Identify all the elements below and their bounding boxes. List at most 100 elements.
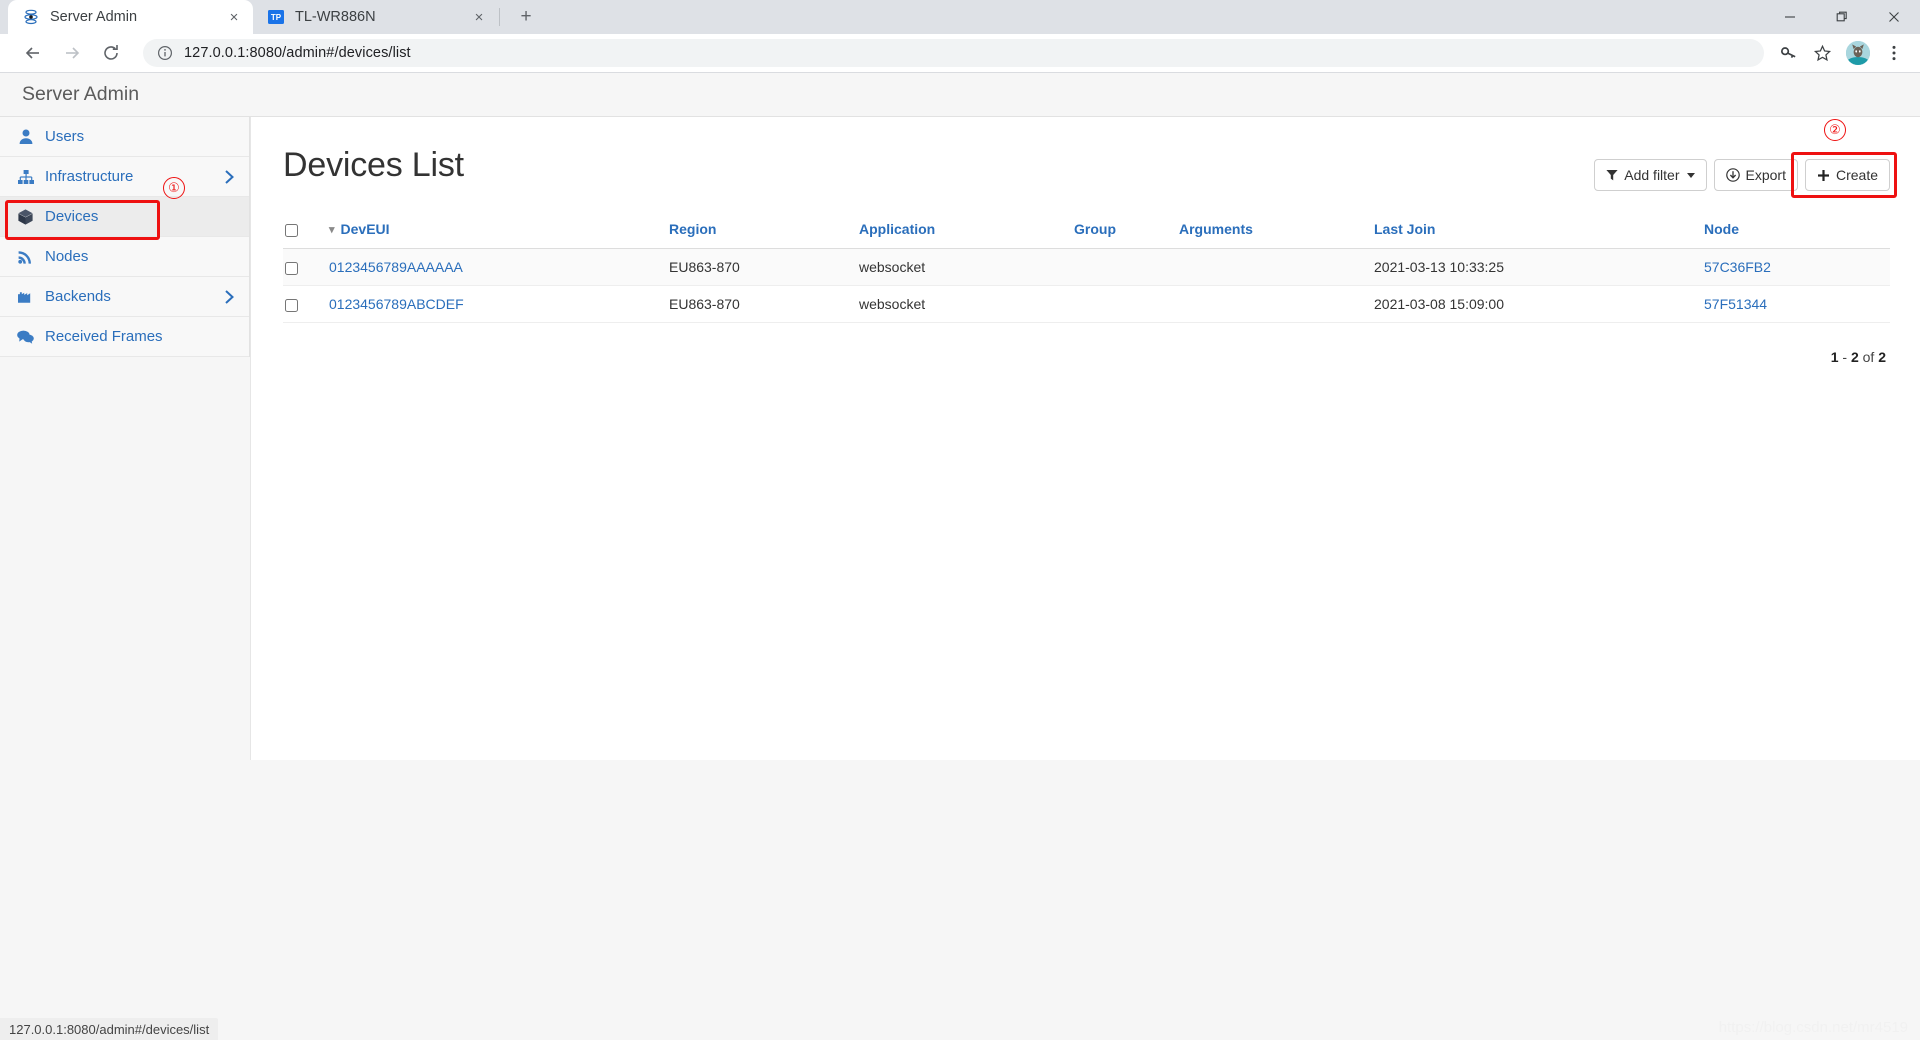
column-header-node[interactable]: Node <box>1698 221 1890 249</box>
card-header: Devices List Add filter Export Create ② <box>283 119 1897 198</box>
sidebar-item-users[interactable]: Users <box>0 117 249 157</box>
profile-avatar[interactable] <box>1846 41 1870 65</box>
forward-button[interactable] <box>55 36 89 70</box>
cell-arguments <box>1173 248 1368 286</box>
info-circle-icon[interactable] <box>157 45 173 61</box>
row-checkbox[interactable] <box>285 298 298 312</box>
export-button[interactable]: Export <box>1713 159 1798 191</box>
column-header-application[interactable]: Application <box>853 221 1068 249</box>
devices-card: Devices List Add filter Export Create ② … <box>250 117 1920 760</box>
browser-tab-tl-wr886n[interactable]: TP TL-WR886N × <box>253 0 498 34</box>
sidebar: Users Infrastructure Devices Nodes Backe… <box>0 117 250 357</box>
minimize-button[interactable] <box>1764 0 1816 34</box>
annotation-marker-1: ① <box>163 177 185 199</box>
add-filter-button[interactable]: Add filter <box>1594 159 1707 191</box>
more-menu-icon[interactable] <box>1878 37 1910 69</box>
close-icon[interactable]: × <box>470 8 488 26</box>
tab-title: TL-WR886N <box>295 9 376 25</box>
page-title: Devices List <box>283 146 464 184</box>
sidebar-item-label: Users <box>45 128 85 145</box>
table-row[interactable]: 0123456789AAAAAA EU863-870 websocket 202… <box>283 248 1890 286</box>
address-bar-url: 127.0.0.1:8080/admin#/devices/list <box>184 45 411 61</box>
chevron-right-icon[interactable] <box>224 169 235 185</box>
select-all-header <box>283 221 323 249</box>
pagination-total: 2 <box>1878 349 1886 365</box>
reload-button[interactable] <box>94 36 128 70</box>
device-link[interactable]: 0123456789ABCDEF <box>329 296 464 312</box>
row-checkbox[interactable] <box>285 261 298 275</box>
sidebar-item-nodes[interactable]: Nodes <box>0 237 249 277</box>
add-filter-label: Add filter <box>1624 167 1680 183</box>
close-icon[interactable]: × <box>225 8 243 26</box>
page-body: Users Infrastructure Devices Nodes Backe… <box>0 117 1920 1039</box>
svg-text:TP: TP <box>270 13 281 22</box>
table-header-row: ▾ DevEUI Region Application Group Argumen… <box>283 221 1890 249</box>
tab-strip: Server Admin × TP TL-WR886N × + <box>0 0 1920 34</box>
pagination-range-end: 2 <box>1850 349 1859 365</box>
key-icon[interactable] <box>1772 37 1804 69</box>
card-toolbar: Add filter Export Create ② <box>1587 119 1897 198</box>
table-row[interactable]: 0123456789ABCDEF EU863-870 websocket 202… <box>283 285 1890 323</box>
browser-tab-server-admin[interactable]: Server Admin × <box>8 0 253 34</box>
status-bar: 127.0.0.1:8080/admin#/devices/list <box>0 1018 219 1040</box>
pagination-range-start: 1 <box>1830 349 1839 365</box>
address-bar[interactable]: 127.0.0.1:8080/admin#/devices/list <box>143 39 1764 67</box>
devices-table-head: ▾ DevEUI Region Application Group Argumen… <box>283 221 1890 249</box>
cube-icon <box>16 208 35 225</box>
column-header-devEUI[interactable]: ▾ DevEUI <box>323 221 663 249</box>
devices-table: ▾ DevEUI Region Application Group Argumen… <box>283 221 1890 323</box>
select-all-checkbox[interactable] <box>285 223 298 237</box>
sidebar-item-infrastructure[interactable]: Infrastructure <box>0 157 249 197</box>
node-link[interactable]: 57F51344 <box>1704 296 1767 312</box>
cell-devEUI: 0123456789AAAAAA <box>323 248 663 286</box>
sidebar-item-backends[interactable]: Backends <box>0 277 249 317</box>
toolbar-actions <box>1770 37 1910 69</box>
device-link[interactable]: 0123456789AAAAAA <box>329 259 463 275</box>
sidebar-item-received-frames[interactable]: Received Frames <box>0 317 249 357</box>
sidebar-item-label: Devices <box>45 208 99 225</box>
cell-application: websocket <box>853 248 1068 286</box>
cell-group <box>1068 285 1173 323</box>
devices-table-body: 0123456789AAAAAA EU863-870 websocket 202… <box>283 248 1890 323</box>
cell-last-join: 2021-03-08 15:09:00 <box>1368 285 1698 323</box>
column-header-last-join[interactable]: Last Join <box>1368 221 1698 249</box>
rss-icon <box>16 250 35 264</box>
download-circle-icon <box>1725 168 1740 182</box>
cell-region: EU863-870 <box>663 248 853 286</box>
create-label: Create <box>1835 167 1878 183</box>
tab-title: Server Admin <box>50 9 138 25</box>
column-header-arguments[interactable]: Arguments <box>1173 221 1368 249</box>
sidebar-item-label: Nodes <box>45 248 89 265</box>
chevron-right-icon[interactable] <box>224 289 235 305</box>
pagination-dash: - <box>1842 349 1848 365</box>
cell-region: EU863-870 <box>663 285 853 323</box>
column-label: DevEUI <box>340 221 390 237</box>
back-button[interactable] <box>16 36 50 70</box>
node-link[interactable]: 57C36FB2 <box>1704 259 1771 275</box>
column-header-group[interactable]: Group <box>1068 221 1173 249</box>
sidebar-item-label: Received Frames <box>45 328 163 345</box>
cell-group <box>1068 248 1173 286</box>
tab-divider <box>499 8 500 26</box>
create-button-wrapper: Create ② <box>1790 119 1897 198</box>
sidebar-item-label: Infrastructure <box>45 168 134 185</box>
sort-desc-icon: ▾ <box>329 224 335 236</box>
chevron-down-icon <box>1686 172 1695 178</box>
sitemap-icon <box>16 169 35 184</box>
star-icon[interactable] <box>1806 37 1838 69</box>
column-header-region[interactable]: Region <box>663 221 853 249</box>
maximize-button[interactable] <box>1816 0 1868 34</box>
pagination-of: of <box>1862 349 1875 365</box>
new-tab-button[interactable]: + <box>511 2 541 32</box>
pagination-summary: 1 - 2 of 2 <box>283 323 1890 365</box>
user-icon <box>16 129 35 144</box>
main-content: Devices List Add filter Export Create ② … <box>250 117 1920 1039</box>
close-window-button[interactable] <box>1868 0 1920 34</box>
cell-last-join: 2021-03-13 10:33:25 <box>1368 248 1698 286</box>
app-brand: Server Admin <box>22 83 140 105</box>
browser-window: Server Admin × TP TL-WR886N × + 127.0.0.… <box>0 0 1920 1040</box>
sidebar-item-label: Backends <box>45 288 111 305</box>
create-button[interactable]: Create <box>1804 159 1890 191</box>
sidebar-item-devices[interactable]: Devices <box>0 197 249 237</box>
web-page: Server Admin Users Infrastructure Device… <box>0 73 1920 1040</box>
